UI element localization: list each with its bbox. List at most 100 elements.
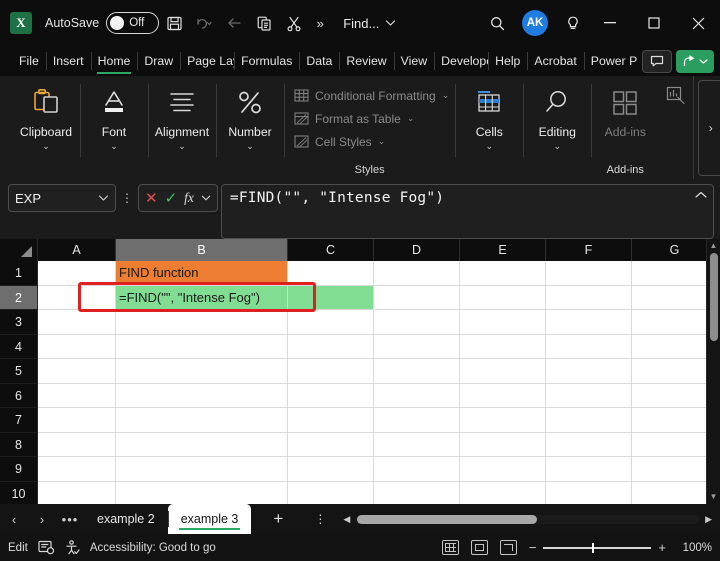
cell-a6[interactable]	[38, 383, 116, 408]
zoom-slider[interactable]: − +	[529, 541, 666, 554]
column-header-e[interactable]: E	[460, 239, 546, 261]
cell-f10[interactable]	[546, 481, 632, 504]
analyze-data-icon[interactable]	[666, 86, 686, 106]
more-commands-icon[interactable]: »	[309, 8, 331, 38]
cell-e9[interactable]	[460, 457, 546, 482]
chevron-down-icon[interactable]: ⌄	[407, 113, 415, 124]
chevron-down-icon[interactable]: ⌄	[178, 142, 186, 151]
scroll-up-arrow[interactable]: ▲	[710, 241, 718, 251]
formula-input[interactable]: =FIND("", "Intense Fog")	[220, 184, 714, 239]
maximize-button[interactable]	[632, 0, 676, 46]
vertical-scrollbar[interactable]: ▲ ▼	[706, 239, 720, 504]
cell-c8[interactable]	[288, 432, 374, 457]
tab-review[interactable]: Review	[339, 46, 393, 76]
cell-e10[interactable]	[460, 481, 546, 504]
page-break-preview-icon[interactable]	[499, 540, 517, 555]
chevron-down-icon[interactable]: ⌄	[486, 142, 494, 151]
autosave-toggle[interactable]: Off	[106, 12, 160, 34]
cell-f7[interactable]	[546, 408, 632, 433]
chevron-down-icon[interactable]: ⌄	[246, 142, 254, 151]
number-button[interactable]: Number ⌄	[216, 83, 284, 151]
normal-view-icon[interactable]	[441, 540, 459, 555]
cell-styles-button[interactable]: Cell Styles ⌄	[294, 130, 385, 153]
cell-d5[interactable]	[374, 359, 460, 384]
cell-b3[interactable]	[116, 310, 288, 335]
cell-e3[interactable]	[460, 310, 546, 335]
cell-d8[interactable]	[374, 432, 460, 457]
search-icon[interactable]	[482, 8, 512, 38]
zoom-out-button[interactable]: −	[529, 541, 537, 554]
row-header-8[interactable]: 8	[0, 432, 38, 457]
cell-g5[interactable]	[632, 359, 706, 384]
close-button[interactable]	[676, 0, 720, 46]
cancel-x-icon[interactable]: ✕	[145, 189, 158, 207]
cell-g4[interactable]	[632, 334, 706, 359]
column-header-a[interactable]: A	[38, 239, 116, 261]
cell-b2[interactable]: =FIND("", "Intense Fog")	[116, 285, 288, 310]
tab-page-layout[interactable]: Page Layout	[180, 46, 234, 76]
column-header-d[interactable]: D	[374, 239, 460, 261]
tab-acrobat[interactable]: Acrobat	[527, 46, 583, 76]
tab-formulas[interactable]: Formulas	[234, 46, 299, 76]
cell-f5[interactable]	[546, 359, 632, 384]
cell-d4[interactable]	[374, 334, 460, 359]
minimize-button[interactable]	[588, 0, 632, 46]
cell-b6[interactable]	[116, 383, 288, 408]
name-box[interactable]: EXP	[8, 184, 116, 212]
enter-check-icon[interactable]: ✓	[165, 189, 178, 207]
cell-b4[interactable]	[116, 334, 288, 359]
cell-d6[interactable]	[374, 383, 460, 408]
cell-d10[interactable]	[374, 481, 460, 504]
tab-developer[interactable]: Developer	[434, 46, 488, 76]
cell-d3[interactable]	[374, 310, 460, 335]
horizontal-scroll-thumb[interactable]	[357, 514, 538, 524]
cell-g8[interactable]	[632, 432, 706, 457]
tab-home[interactable]: Home	[90, 46, 138, 76]
select-all-corner[interactable]	[0, 239, 38, 261]
chevron-down-icon[interactable]: ⌄	[554, 142, 562, 151]
cell-c5[interactable]	[288, 359, 374, 384]
insert-function-icon[interactable]: fx	[184, 190, 194, 206]
cell-g3[interactable]	[632, 310, 706, 335]
chevron-down-icon[interactable]: ⌄	[42, 142, 50, 151]
editing-button[interactable]: Editing ⌄	[523, 83, 591, 151]
row-header-3[interactable]: 3	[0, 310, 38, 335]
column-header-b[interactable]: B	[116, 239, 288, 261]
format-as-table-button[interactable]: Format as Table ⌄	[294, 107, 414, 130]
cell-f8[interactable]	[546, 432, 632, 457]
cell-b10[interactable]	[116, 481, 288, 504]
tab-file[interactable]: File	[12, 46, 46, 76]
row-header-6[interactable]: 6	[0, 383, 38, 408]
cell-f3[interactable]	[546, 310, 632, 335]
cell-c9[interactable]	[288, 457, 374, 482]
row-header-7[interactable]: 7	[0, 408, 38, 433]
undo-icon[interactable]	[189, 8, 219, 38]
sheet-tab-example-3[interactable]: example 3	[167, 504, 252, 534]
add-sheet-button[interactable]: +	[251, 504, 305, 534]
cell-g6[interactable]	[632, 383, 706, 408]
cell-g9[interactable]	[632, 457, 706, 482]
record-macro-icon[interactable]	[38, 540, 55, 555]
cells-button[interactable]: Cells ⌄	[455, 83, 523, 151]
cell-a5[interactable]	[38, 359, 116, 384]
sheet-tab-example-2[interactable]: example 2	[84, 504, 168, 534]
cell-b1[interactable]: FIND function	[116, 261, 288, 286]
share-button[interactable]	[676, 49, 714, 73]
vertical-scroll-thumb[interactable]	[709, 253, 718, 341]
tab-help[interactable]: Help	[488, 46, 527, 76]
row-header-5[interactable]: 5	[0, 359, 38, 384]
clipboard-button[interactable]: Clipboard ⌄	[12, 83, 80, 151]
cell-a3[interactable]	[38, 310, 116, 335]
tab-view[interactable]: View	[393, 46, 434, 76]
scroll-down-arrow[interactable]: ▼	[710, 492, 718, 502]
cell-c1[interactable]	[288, 261, 374, 286]
alignment-button[interactable]: Alignment ⌄	[148, 83, 216, 151]
cell-e4[interactable]	[460, 334, 546, 359]
addins-button[interactable]: Add-ins	[591, 83, 659, 139]
cell-e6[interactable]	[460, 383, 546, 408]
cell-f9[interactable]	[546, 457, 632, 482]
cell-e1[interactable]	[460, 261, 546, 286]
tab-power-pivot[interactable]: Power Pivot	[583, 46, 638, 76]
cell-e7[interactable]	[460, 408, 546, 433]
row-header-4[interactable]: 4	[0, 334, 38, 359]
